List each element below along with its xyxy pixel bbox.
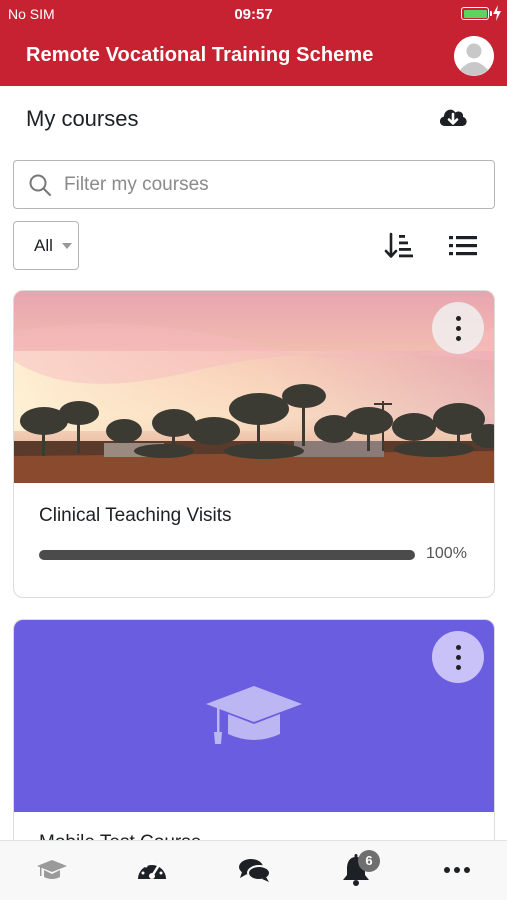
battery-icon — [461, 7, 492, 20]
graduation-cap-icon — [37, 860, 67, 879]
charging-icon — [493, 5, 501, 21]
dashboard-tab[interactable] — [132, 853, 172, 889]
more-tab[interactable] — [437, 853, 477, 889]
user-avatar-icon[interactable] — [454, 36, 494, 76]
my-courses-tab[interactable] — [32, 853, 72, 889]
cloud-download-icon[interactable] — [437, 104, 469, 132]
more-dots-icon — [444, 867, 470, 873]
page-header: My courses — [0, 86, 507, 152]
bottom-tab-bar: 6 — [0, 840, 507, 900]
app-title: Remote Vocational Training Scheme — [26, 44, 374, 66]
graduation-cap-icon — [206, 686, 302, 744]
course-image — [14, 620, 494, 812]
status-bar: No SIM 09:57 — [0, 0, 507, 28]
app-header: Remote Vocational Training Scheme — [0, 28, 507, 86]
course-card[interactable]: Clinical Teaching Visits 100% — [13, 290, 495, 598]
course-card[interactable]: Mobile Test Course — [13, 619, 495, 859]
chevron-down-icon — [62, 243, 72, 249]
course-options-button[interactable] — [432, 631, 484, 683]
clock: 09:57 — [234, 6, 273, 23]
sort-icon[interactable] — [384, 232, 414, 260]
search-box — [13, 160, 495, 209]
course-progress-bar — [39, 550, 415, 560]
course-options-button[interactable] — [432, 302, 484, 354]
course-image — [14, 291, 494, 483]
notification-count-badge: 6 — [358, 850, 380, 872]
filter-selected-label: All — [34, 236, 53, 255]
search-input[interactable] — [64, 169, 474, 201]
notifications-tab[interactable]: 6 — [336, 850, 380, 889]
chat-bubbles-icon — [239, 859, 271, 882]
course-progress-label: 100% — [426, 545, 467, 562]
course-filter-select[interactable]: All — [13, 221, 79, 270]
list-view-icon[interactable] — [448, 232, 478, 260]
search-icon — [29, 174, 51, 196]
page-title: My courses — [26, 106, 139, 131]
course-title[interactable]: Clinical Teaching Visits — [39, 505, 232, 527]
messages-tab[interactable] — [234, 853, 274, 889]
gauge-icon — [138, 861, 166, 879]
progress-fill — [39, 550, 415, 560]
